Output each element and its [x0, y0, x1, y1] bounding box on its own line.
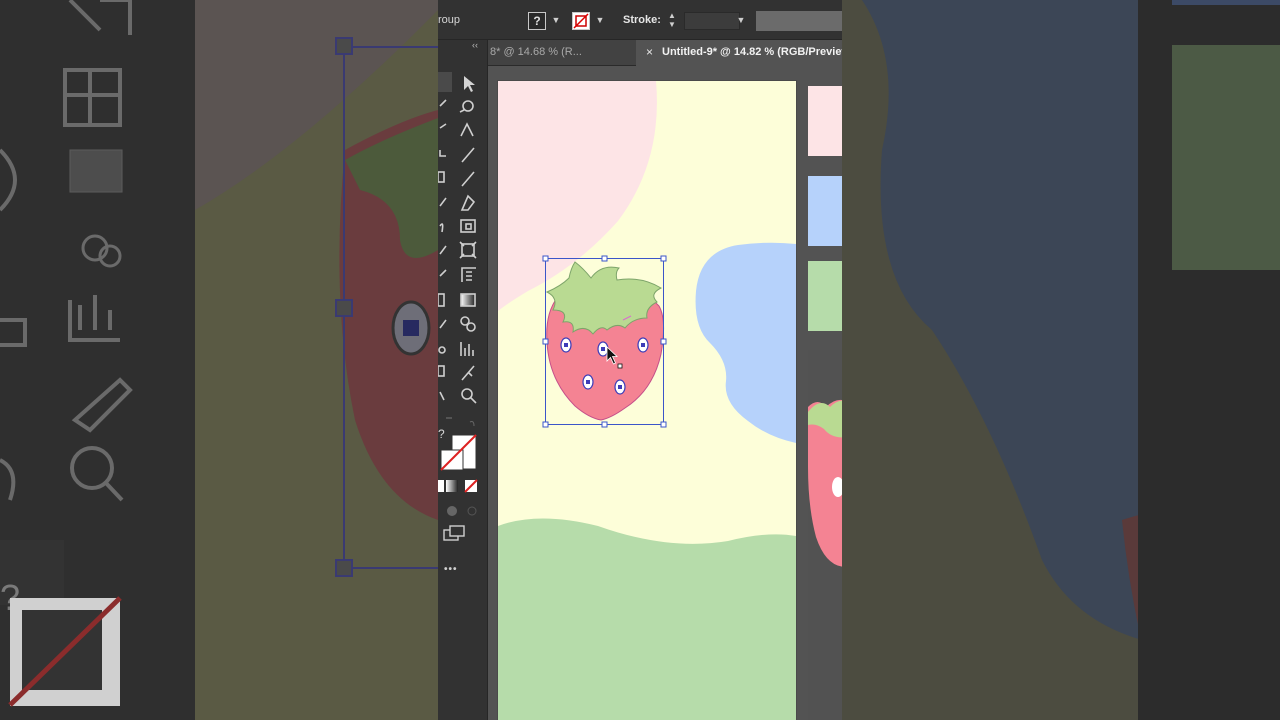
- background-right-art: [842, 0, 1280, 720]
- screen: ? roup ? ▼ ▼ Stroke: ▲ ▼ ▼ 8* @ 14.68 % …: [0, 0, 1280, 720]
- tab-document-8[interactable]: 8* @ 14.68 % (R...: [490, 40, 582, 66]
- fill-dropdown-chevron-icon[interactable]: ▼: [551, 14, 561, 26]
- green-hill: [498, 518, 796, 720]
- stroke-weight-chevron-icon[interactable]: ▼: [736, 14, 746, 26]
- blue-swatch: [808, 176, 842, 246]
- group-label: roup: [438, 14, 461, 26]
- blue-blob: [695, 242, 796, 443]
- tab-close-icon[interactable]: ×: [646, 40, 653, 64]
- tools-panel-art: ?: [438, 72, 478, 541]
- control-bar: roup ? ▼ ▼ Stroke: ▲ ▼ ▼: [438, 0, 842, 40]
- canvas-area[interactable]: [488, 67, 842, 720]
- background-left-art: ?: [0, 0, 438, 720]
- document-tab-bar: 8* @ 14.68 % (R... × Untitled-9* @ 14.82…: [488, 40, 842, 66]
- more-tools-icon[interactable]: •••: [444, 564, 458, 575]
- background-left-blur: ?: [0, 0, 438, 720]
- tab-untitled-9[interactable]: × Untitled-9* @ 14.82 % (RGB/Preview): [636, 40, 842, 66]
- fill-stroke-unknown[interactable]: [438, 424, 450, 440]
- stroke-stepper-icon[interactable]: ▲ ▼: [667, 11, 677, 29]
- pink-swatch: [808, 86, 842, 156]
- tools-panel: ‹‹ ? •••: [438, 40, 488, 720]
- variable-width-profile[interactable]: [756, 11, 842, 31]
- stroke-label: Stroke:: [623, 14, 661, 26]
- tab-untitled-9-label: Untitled-9* @ 14.82 % (RGB/Preview): [662, 46, 842, 58]
- strawberry: [545, 261, 665, 421]
- second-artboard-peek: [808, 86, 842, 720]
- stroke-weight-field[interactable]: [684, 12, 740, 30]
- background-right-blur: [842, 0, 1280, 720]
- stroke-dropdown-chevron-icon[interactable]: ▼: [595, 14, 605, 26]
- artboard[interactable]: [498, 81, 796, 720]
- green-swatch: [808, 261, 842, 331]
- stroke-none-swatch-icon[interactable]: [572, 12, 590, 30]
- illustrator-window: roup ? ▼ ▼ Stroke: ▲ ▼ ▼ 8* @ 14.68 % (R.…: [438, 0, 842, 720]
- fill-unknown-swatch[interactable]: ?: [528, 12, 546, 30]
- artboard-artwork: [498, 81, 796, 720]
